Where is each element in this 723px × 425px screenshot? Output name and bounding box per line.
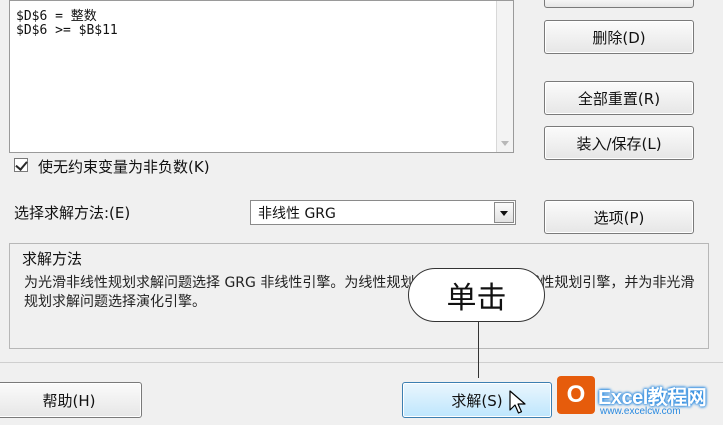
callout-bubble: 单击 bbox=[408, 268, 545, 322]
reset-all-button[interactable]: 全部重置(R) bbox=[544, 81, 694, 115]
watermark-url: www.excelcw.com bbox=[600, 406, 681, 417]
constraint-item[interactable]: $D$6 >= $B$11 bbox=[16, 23, 118, 38]
delete-button[interactable]: 删除(D) bbox=[544, 20, 694, 54]
constraint-item[interactable]: $D$6 = 整数 bbox=[16, 5, 97, 24]
description-text: 为光滑非线性规划求解问题选择 GRG 非线性引擎。为线性规划求解问题选择单纯线性… bbox=[24, 275, 695, 310]
nonneg-checkbox-label: 使无约束变量为非负数(K) bbox=[38, 158, 210, 176]
method-select[interactable]: 非线性 GRG bbox=[250, 200, 516, 225]
load-save-button[interactable]: 装入/保存(L) bbox=[544, 126, 694, 160]
method-label: 选择求解方法:(E) bbox=[14, 204, 131, 222]
chevron-down-icon[interactable] bbox=[494, 202, 514, 223]
help-button[interactable]: 帮助(H) bbox=[0, 382, 142, 418]
mouse-pointer-icon bbox=[509, 390, 526, 414]
description-title: 求解方法 bbox=[22, 250, 83, 268]
listbox-scrollbar[interactable] bbox=[496, 1, 513, 152]
options-button[interactable]: 选项(P) bbox=[544, 200, 694, 234]
nonneg-checkbox[interactable] bbox=[14, 158, 28, 172]
constraints-listbox[interactable]: $D$6 = 整数 $D$6 >= $B$11 bbox=[9, 0, 514, 153]
add-button-partial[interactable] bbox=[544, 0, 694, 8]
office-logo-icon: O bbox=[557, 376, 595, 414]
scroll-down-arrow-icon[interactable] bbox=[501, 141, 509, 146]
method-select-value: 非线性 GRG bbox=[258, 206, 336, 222]
callout-pointer bbox=[478, 322, 479, 378]
divider bbox=[0, 362, 723, 363]
solve-button[interactable]: 求解(S) bbox=[402, 382, 552, 418]
method-description-group: 求解方法 为光滑非线性规划求解问题选择 GRG 非线性引擎。为线性规划求解问题选… bbox=[9, 243, 709, 349]
